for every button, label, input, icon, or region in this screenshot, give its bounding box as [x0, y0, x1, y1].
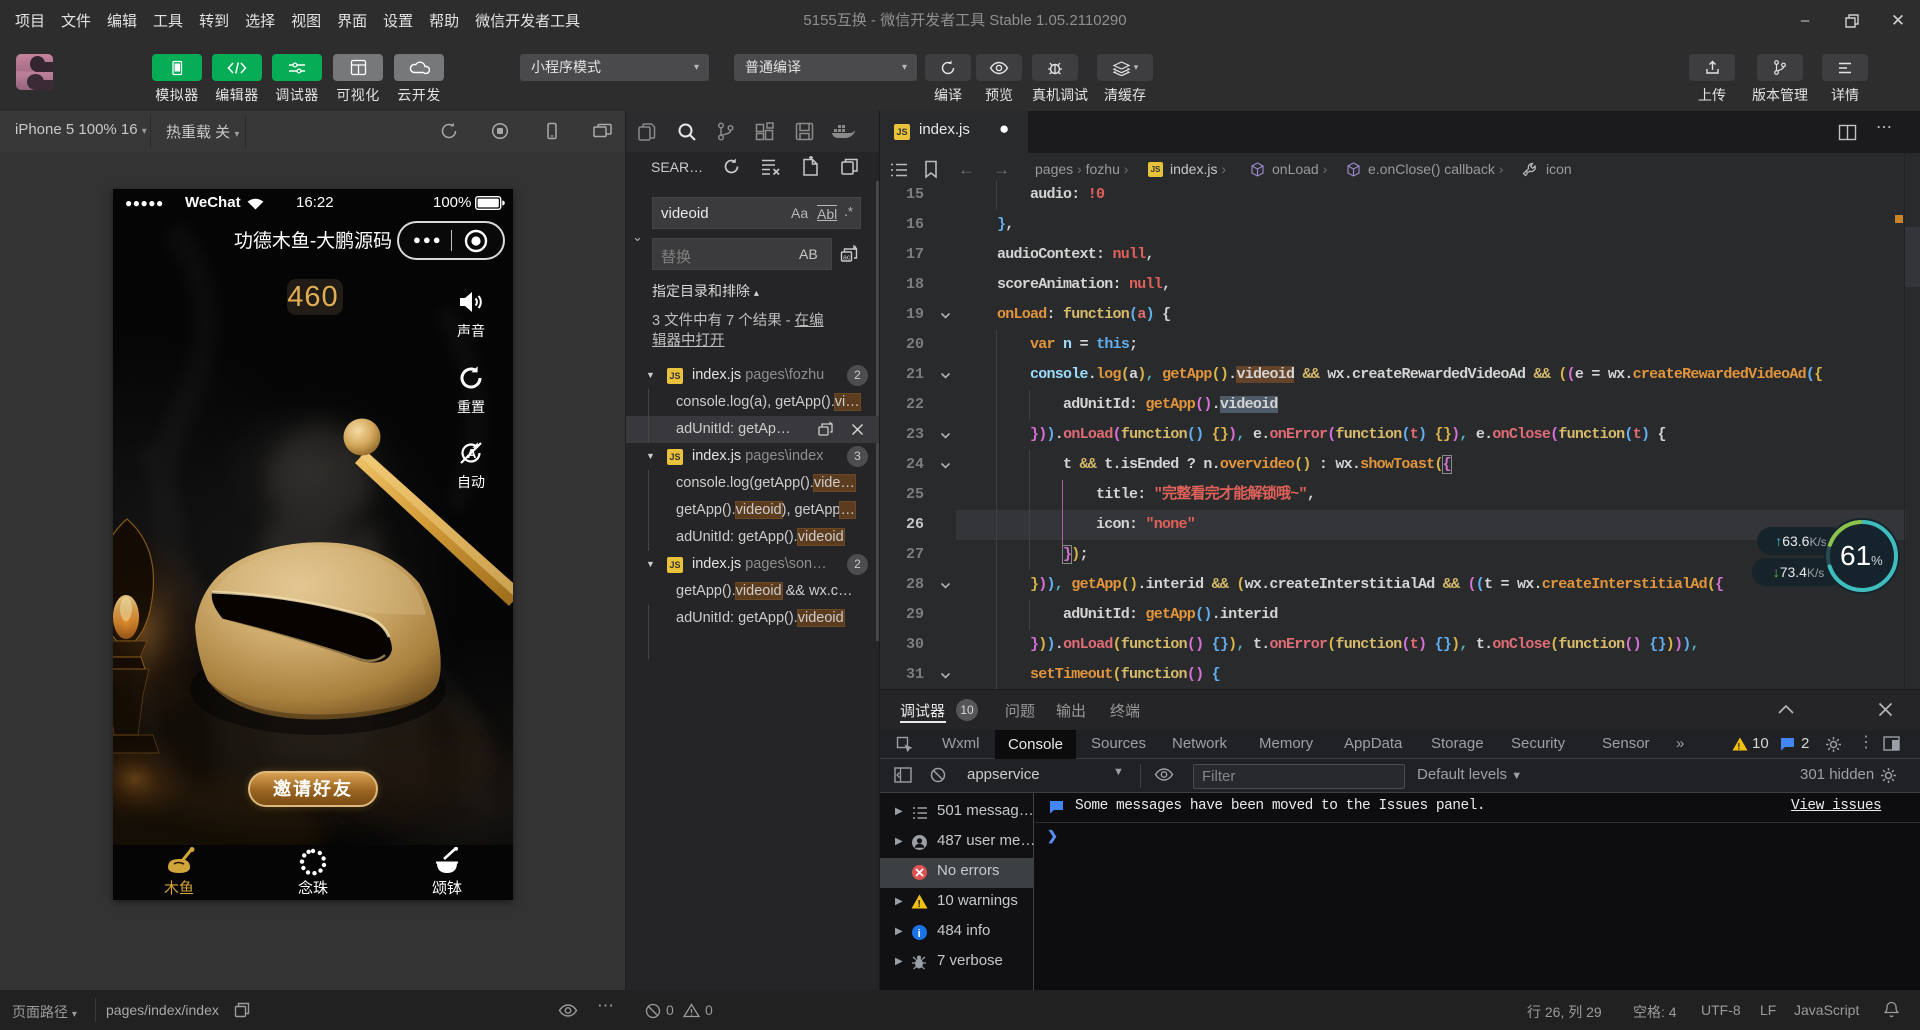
svg-text:ac: ac: [843, 255, 851, 262]
svg-text:i: i: [918, 928, 921, 940]
svg-text:!: !: [918, 899, 921, 909]
svg-text:!: !: [1737, 742, 1740, 752]
